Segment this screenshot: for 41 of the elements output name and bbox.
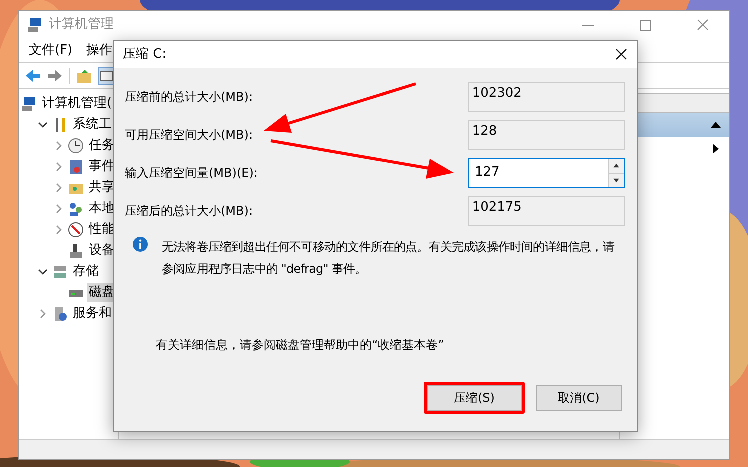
tree-item[interactable]: 事件 (87, 156, 117, 176)
device-icon (68, 242, 84, 258)
dialog-button[interactable]: 压缩(S) (427, 385, 522, 411)
minimize-icon[interactable] (582, 24, 594, 26)
menu-item[interactable]: 文件(F) (29, 40, 73, 60)
users-icon (68, 200, 84, 216)
folder-up-icon[interactable] (76, 68, 92, 84)
expand-triangle-icon[interactable] (713, 144, 719, 154)
collapse-triangle-icon[interactable] (711, 122, 721, 128)
tree-item[interactable]: 设备 (87, 240, 117, 260)
window-title: 计算机管理 (49, 16, 114, 34)
field-label: 压缩前的总计大小(MB): (125, 89, 254, 106)
back-arrow-icon[interactable] (25, 68, 41, 82)
computer-icon (27, 17, 43, 33)
tree-item[interactable]: 计算机管理( (40, 94, 114, 114)
tree-item[interactable]: 系统工 (71, 114, 114, 134)
close-icon[interactable] (616, 49, 627, 60)
info-icon (133, 237, 148, 252)
help-text: 有关详细信息，请参阅磁盘管理帮助中的“收缩基本卷” (155, 337, 446, 354)
info-message: 无法将卷压缩到超出任何不可移动的文件所在的点。有关完成该操作时间的详细信息，请参阅应用程序日志中的 "defrag" 事件。 (162, 239, 616, 278)
field-label: 压缩后的总计大小(MB): (125, 203, 254, 220)
tree-item[interactable]: 共享 (87, 178, 117, 198)
dialog-title: 压缩 C: (123, 46, 167, 64)
storage-icon (52, 264, 68, 280)
field-label: 输入压缩空间量(MB)(E): (125, 165, 259, 182)
tree-item[interactable]: 存储 (71, 262, 101, 282)
clock-icon (68, 138, 84, 154)
maximize-icon[interactable] (640, 20, 651, 30)
field-label: 可用压缩空间大小(MB): (125, 127, 254, 144)
menu-item[interactable]: 操作 (86, 40, 113, 60)
amount-spin-field[interactable]: 127 (468, 158, 625, 188)
tree-item[interactable]: 服务和 (71, 304, 114, 324)
log-icon (68, 158, 84, 174)
forward-arrow-icon[interactable] (47, 68, 63, 82)
dialog-button[interactable]: 取消(C) (536, 385, 622, 411)
readonly-value-field: 128 (468, 120, 625, 150)
readonly-value-field: 102302 (468, 82, 625, 112)
tree-item[interactable]: 任务 (87, 136, 117, 156)
readonly-value-field: 102175 (468, 196, 625, 226)
computer-icon (21, 96, 37, 112)
services-icon (52, 306, 68, 322)
